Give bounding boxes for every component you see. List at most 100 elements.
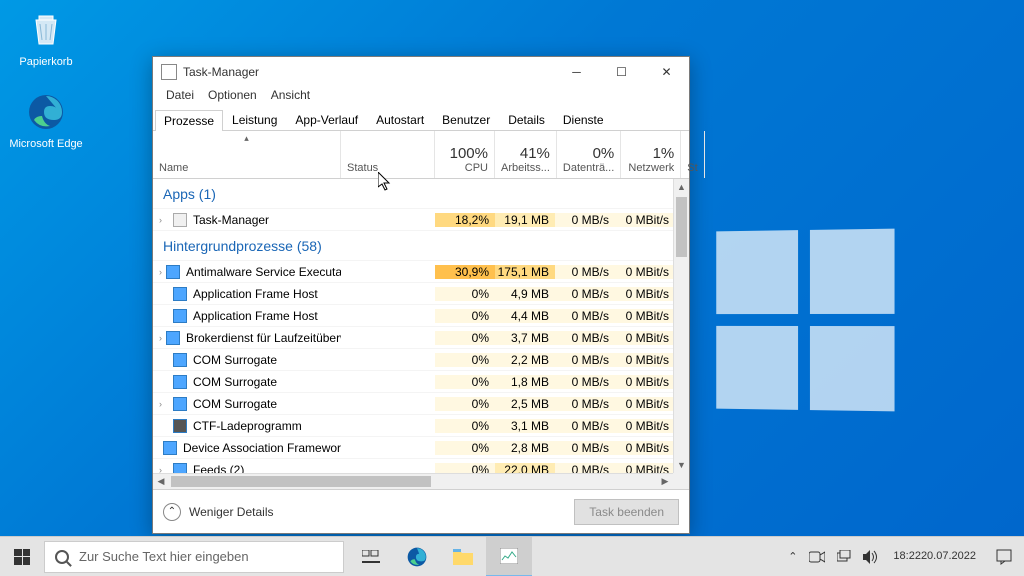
process-row[interactable]: ›Brokerdienst für Laufzeitüberwa...0%3,7… <box>153 327 673 349</box>
tray-meet-now-icon[interactable] <box>803 537 831 576</box>
memory-cell: 2,5 MB <box>495 397 555 411</box>
cpu-cell: 0% <box>435 287 495 301</box>
scroll-down-icon[interactable]: ▼ <box>674 457 689 473</box>
process-row[interactable]: ›COM Surrogate0%2,5 MB0 MB/s0 MBit/s <box>153 393 673 415</box>
header-disk[interactable]: 0%Datenträ... <box>557 131 621 178</box>
memory-cell: 4,4 MB <box>495 309 555 323</box>
process-row[interactable]: ›Antimalware Service Executable30,9%175,… <box>153 261 673 283</box>
process-icon <box>173 213 187 227</box>
process-row[interactable]: Application Frame Host0%4,9 MB0 MB/s0 MB… <box>153 283 673 305</box>
expand-icon[interactable]: › <box>159 465 169 474</box>
menubar: Datei Optionen Ansicht <box>153 87 689 107</box>
expand-icon[interactable]: › <box>159 267 162 277</box>
process-icon <box>166 331 180 345</box>
memory-cell: 19,1 MB <box>495 213 555 227</box>
edge-icon[interactable]: Microsoft Edge <box>8 90 84 150</box>
process-row[interactable]: COM Surrogate0%2,2 MB0 MB/s0 MBit/s <box>153 349 673 371</box>
process-row[interactable]: ›Task-Manager18,2%19,1 MB0 MB/s0 MBit/s <box>153 209 673 231</box>
search-input[interactable]: Zur Suche Text hier eingeben <box>44 541 344 573</box>
desktop[interactable]: Papierkorb Microsoft Edge Task-Manager ─… <box>0 0 1024 576</box>
process-icon <box>173 287 187 301</box>
menu-options[interactable]: Optionen <box>201 87 264 107</box>
minimize-button[interactable]: ─ <box>554 57 599 87</box>
header-name[interactable]: ▴Name <box>153 131 341 178</box>
disk-cell: 0 MB/s <box>555 331 615 345</box>
memory-cell: 1,8 MB <box>495 375 555 389</box>
tray-network-icon[interactable] <box>831 537 857 576</box>
taskbar-explorer-icon[interactable] <box>440 537 486 576</box>
tray-volume-icon[interactable] <box>857 537 885 576</box>
network-cell: 0 MBit/s <box>615 331 673 345</box>
process-icon <box>173 463 187 474</box>
expand-icon[interactable]: › <box>159 399 169 409</box>
chevron-up-icon: ⌃ <box>163 503 181 521</box>
process-icon <box>173 309 187 323</box>
tray-time: 18:22 <box>893 550 921 563</box>
fewer-details-button[interactable]: ⌃ Weniger Details <box>163 503 273 521</box>
task-view-button[interactable] <box>348 537 394 576</box>
taskbar: Zur Suche Text hier eingeben ⌃ 18:22 20.… <box>0 536 1024 576</box>
scroll-thumb-v[interactable] <box>676 197 687 257</box>
scroll-right-icon[interactable]: ▶ <box>657 474 673 489</box>
tab-details[interactable]: Details <box>499 109 554 130</box>
tray-chevron-up-icon[interactable]: ⌃ <box>782 537 803 576</box>
process-row[interactable]: ›Feeds (2)0%22,0 MB0 MB/s0 MBit/s <box>153 459 673 473</box>
taskbar-edge-icon[interactable] <box>394 537 440 576</box>
cpu-cell: 0% <box>435 353 495 367</box>
network-cell: 0 MBit/s <box>615 309 673 323</box>
cpu-cell: 0% <box>435 441 495 455</box>
tab-apphistory[interactable]: App-Verlauf <box>286 109 367 130</box>
disk-cell: 0 MB/s <box>555 265 615 279</box>
scroll-up-icon[interactable]: ▲ <box>674 179 689 195</box>
end-task-button[interactable]: Task beenden <box>574 499 679 525</box>
expand-icon[interactable]: › <box>159 333 162 343</box>
menu-file[interactable]: Datei <box>159 87 201 107</box>
titlebar[interactable]: Task-Manager ─ ☐ ✕ <box>153 57 689 87</box>
process-row[interactable]: CTF-Ladeprogramm0%3,1 MB0 MB/s0 MBit/s <box>153 415 673 437</box>
process-group[interactable]: Hintergrundprozesse (58) <box>153 231 673 261</box>
process-list: Apps (1)›Task-Manager18,2%19,1 MB0 MB/s0… <box>153 179 689 489</box>
process-icon <box>163 441 177 455</box>
disk-cell: 0 MB/s <box>555 309 615 323</box>
tab-services[interactable]: Dienste <box>554 109 613 130</box>
process-name: Antimalware Service Executable <box>186 265 341 279</box>
process-row[interactable]: Application Frame Host0%4,4 MB0 MB/s0 MB… <box>153 305 673 327</box>
process-row[interactable]: Device Association Framework ...0%2,8 MB… <box>153 437 673 459</box>
memory-cell: 3,1 MB <box>495 419 555 433</box>
process-group[interactable]: Apps (1) <box>153 179 673 209</box>
scroll-left-icon[interactable]: ◀ <box>153 474 169 489</box>
process-icon <box>173 353 187 367</box>
expand-icon[interactable]: › <box>159 215 169 225</box>
horizontal-scrollbar[interactable]: ◀ ▶ <box>153 473 673 489</box>
vertical-scrollbar[interactable]: ▲ ▼ <box>673 179 689 473</box>
process-name: CTF-Ladeprogramm <box>193 419 302 433</box>
system-tray: ⌃ 18:22 20.07.2022 <box>782 537 1024 576</box>
scroll-thumb-h[interactable] <box>171 476 431 487</box>
maximize-button[interactable]: ☐ <box>599 57 644 87</box>
process-name: Application Frame Host <box>193 287 318 301</box>
header-cpu[interactable]: 100%CPU <box>435 131 495 178</box>
tab-processes[interactable]: Prozesse <box>155 110 223 131</box>
process-row[interactable]: COM Surrogate0%1,8 MB0 MB/s0 MBit/s <box>153 371 673 393</box>
disk-cell: 0 MB/s <box>555 353 615 367</box>
close-button[interactable]: ✕ <box>644 57 689 87</box>
process-icon <box>173 397 187 411</box>
taskbar-task-manager-icon[interactable] <box>486 537 532 576</box>
tab-startup[interactable]: Autostart <box>367 109 433 130</box>
process-name: COM Surrogate <box>193 353 277 367</box>
header-status[interactable]: Status <box>341 131 435 178</box>
tray-clock[interactable]: 18:22 20.07.2022 <box>885 537 984 576</box>
menu-view[interactable]: Ansicht <box>264 87 317 107</box>
disk-cell: 0 MB/s <box>555 419 615 433</box>
start-button[interactable] <box>0 537 44 576</box>
network-cell: 0 MBit/s <box>615 397 673 411</box>
tab-performance[interactable]: Leistung <box>223 109 286 130</box>
tray-notifications-icon[interactable] <box>984 537 1024 576</box>
cpu-cell: 0% <box>435 397 495 411</box>
header-extra[interactable]: St <box>681 131 704 178</box>
tab-users[interactable]: Benutzer <box>433 109 499 130</box>
header-memory[interactable]: 41%Arbeitss... <box>495 131 557 178</box>
recycle-bin-icon[interactable]: Papierkorb <box>8 8 84 68</box>
network-cell: 0 MBit/s <box>615 463 673 474</box>
header-network[interactable]: 1%Netzwerk <box>621 131 681 178</box>
